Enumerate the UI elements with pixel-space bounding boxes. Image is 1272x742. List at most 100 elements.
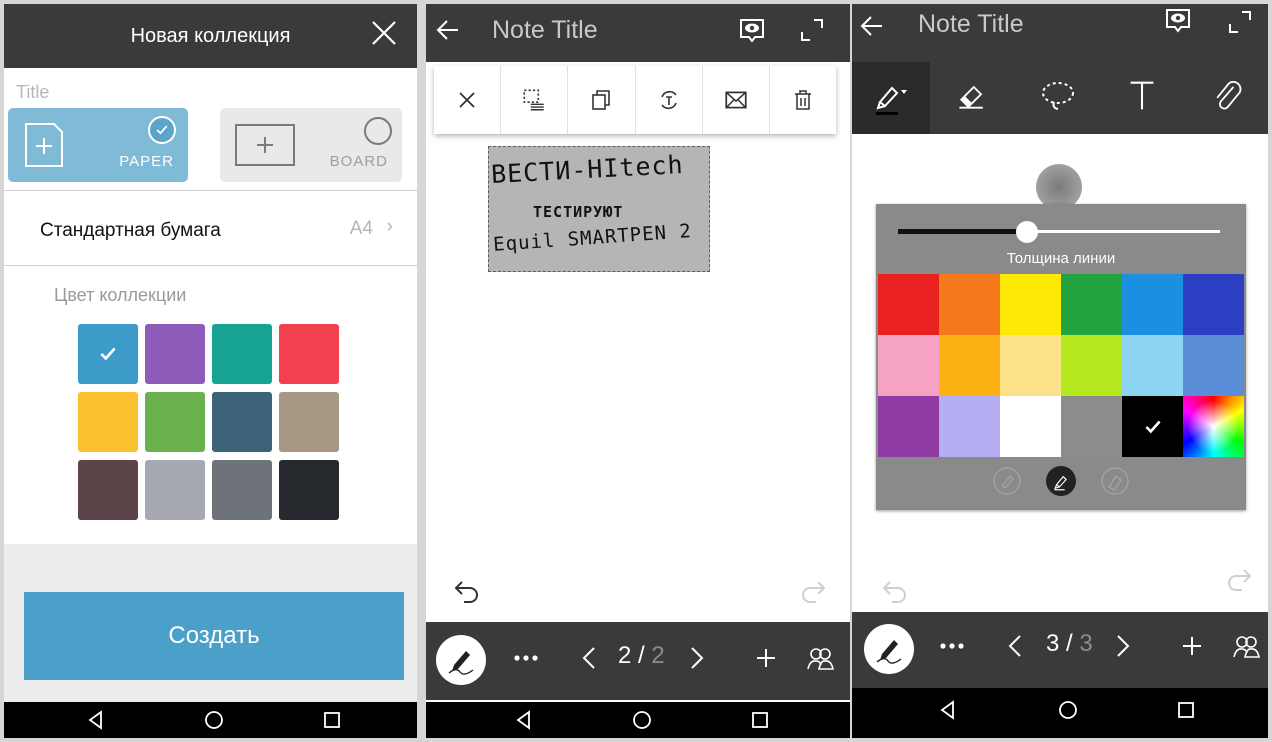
prev-page-icon[interactable] <box>1002 632 1030 660</box>
palette-color[interactable] <box>1183 335 1244 396</box>
selection-toolbar <box>434 66 836 134</box>
redo-icon[interactable] <box>798 576 828 606</box>
color-swatch[interactable] <box>145 392 205 452</box>
color-swatch[interactable] <box>78 324 138 384</box>
palette-color[interactable] <box>878 396 939 457</box>
fullscreen-icon[interactable] <box>1226 8 1254 36</box>
palette-color[interactable] <box>1000 274 1061 335</box>
nav-recents-icon[interactable] <box>1176 700 1196 720</box>
selected-handwriting-block[interactable]: BECTИ-HItech TECTИРУЮТ Equil SMARTPEN 2 <box>488 146 710 272</box>
palette-color[interactable] <box>1122 335 1183 396</box>
prev-page-icon[interactable] <box>576 644 604 672</box>
next-page-icon[interactable] <box>1108 632 1136 660</box>
plus-icon[interactable] <box>752 644 780 672</box>
palette-color[interactable] <box>1000 396 1061 457</box>
eye-icon[interactable] <box>1164 6 1192 34</box>
title-field-placeholder[interactable]: Title <box>16 82 49 103</box>
board-type-option[interactable]: BOARD <box>220 108 402 182</box>
copy-icon <box>592 90 611 110</box>
page-total: 2 <box>651 642 665 669</box>
nav-recents-icon[interactable] <box>322 710 342 730</box>
drawing-toolbar <box>852 62 1268 134</box>
palette-color[interactable] <box>939 274 1000 335</box>
palette-color[interactable] <box>1061 274 1122 335</box>
undo-icon[interactable] <box>880 576 910 606</box>
nav-home-icon[interactable] <box>1058 700 1078 720</box>
plus-icon[interactable] <box>1178 632 1206 660</box>
text-tool-button[interactable] <box>1122 76 1162 116</box>
pen-type-option[interactable] <box>1100 466 1130 496</box>
thickness-slider[interactable] <box>898 221 1220 243</box>
eraser-tool-button[interactable] <box>952 76 992 116</box>
paper-type-option[interactable]: PAPER <box>8 108 188 182</box>
close-icon <box>459 92 475 108</box>
note-title[interactable]: Note Title <box>492 16 598 45</box>
color-swatch[interactable] <box>279 392 339 452</box>
pen-type-option[interactable] <box>992 466 1022 496</box>
email-button[interactable] <box>703 66 770 134</box>
lasso-tool-button[interactable] <box>1038 76 1078 116</box>
thickness-slider-knob[interactable] <box>1015 221 1038 243</box>
color-swatch[interactable] <box>78 392 138 452</box>
palette-color[interactable] <box>1000 335 1061 396</box>
nav-back-icon[interactable] <box>514 710 534 730</box>
nav-back-icon[interactable] <box>938 700 958 720</box>
redo-icon[interactable] <box>1224 564 1254 594</box>
palette-color[interactable] <box>1122 274 1183 335</box>
palette-color[interactable] <box>1122 396 1183 457</box>
cancel-selection-button[interactable] <box>434 66 502 134</box>
nav-recents-icon[interactable] <box>750 710 770 730</box>
color-swatch[interactable] <box>145 460 205 520</box>
more-icon[interactable] <box>938 632 966 660</box>
android-nav-bar <box>426 702 850 738</box>
copy-button[interactable] <box>568 66 636 134</box>
app-bar: Новая коллекция <box>4 4 417 68</box>
color-swatch[interactable] <box>279 324 339 384</box>
color-swatch[interactable] <box>279 460 339 520</box>
color-swatch[interactable] <box>212 392 272 452</box>
palette-color[interactable] <box>939 396 1000 457</box>
palette-color[interactable] <box>1183 274 1244 335</box>
paper-type-label: PAPER <box>119 153 174 170</box>
more-icon[interactable] <box>512 644 540 672</box>
pen-mode-button[interactable] <box>864 624 914 674</box>
palette-color[interactable] <box>1061 335 1122 396</box>
android-nav-bar <box>4 702 417 738</box>
palette-color[interactable] <box>1061 396 1122 457</box>
color-swatch[interactable] <box>145 324 205 384</box>
palette-color[interactable] <box>878 274 939 335</box>
note-screen-selection: Note Title BECTИ-HItech TECTИРУЮТ Equil … <box>426 4 850 738</box>
palette-color[interactable] <box>878 335 939 396</box>
nav-home-icon[interactable] <box>632 710 652 730</box>
pen-mode-button[interactable] <box>436 635 486 685</box>
color-swatch[interactable] <box>78 460 138 520</box>
select-area-button[interactable] <box>501 66 569 134</box>
delete-button[interactable] <box>770 66 836 134</box>
pen-type-option-selected[interactable] <box>1046 466 1076 496</box>
color-swatch[interactable] <box>212 460 272 520</box>
next-page-icon[interactable] <box>682 644 710 672</box>
convert-text-button[interactable] <box>636 66 703 134</box>
arrow-left-icon[interactable] <box>434 16 462 44</box>
pen-icon <box>876 86 907 115</box>
people-icon[interactable] <box>806 644 834 672</box>
eye-icon[interactable] <box>738 16 766 44</box>
people-icon[interactable] <box>1232 632 1260 660</box>
custom-color-picker[interactable] <box>1183 396 1244 457</box>
nav-back-icon[interactable] <box>86 710 106 730</box>
new-page-icon <box>25 123 63 167</box>
close-icon[interactable] <box>369 18 399 48</box>
nav-home-icon[interactable] <box>204 710 224 730</box>
attach-tool-button[interactable] <box>1208 76 1248 116</box>
fullscreen-icon[interactable] <box>798 16 826 44</box>
pen-tool-button[interactable] <box>870 76 910 116</box>
pen-icon <box>876 640 902 664</box>
note-title[interactable]: Note Title <box>918 10 1024 39</box>
fountain-pen-icon <box>993 467 1021 495</box>
paper-template-row[interactable]: Стандартная бумага A4 › <box>4 200 417 266</box>
undo-icon[interactable] <box>452 576 482 606</box>
arrow-left-icon[interactable] <box>858 12 886 40</box>
color-swatch[interactable] <box>212 324 272 384</box>
palette-color[interactable] <box>939 335 1000 396</box>
create-button[interactable]: Создать <box>24 592 404 680</box>
